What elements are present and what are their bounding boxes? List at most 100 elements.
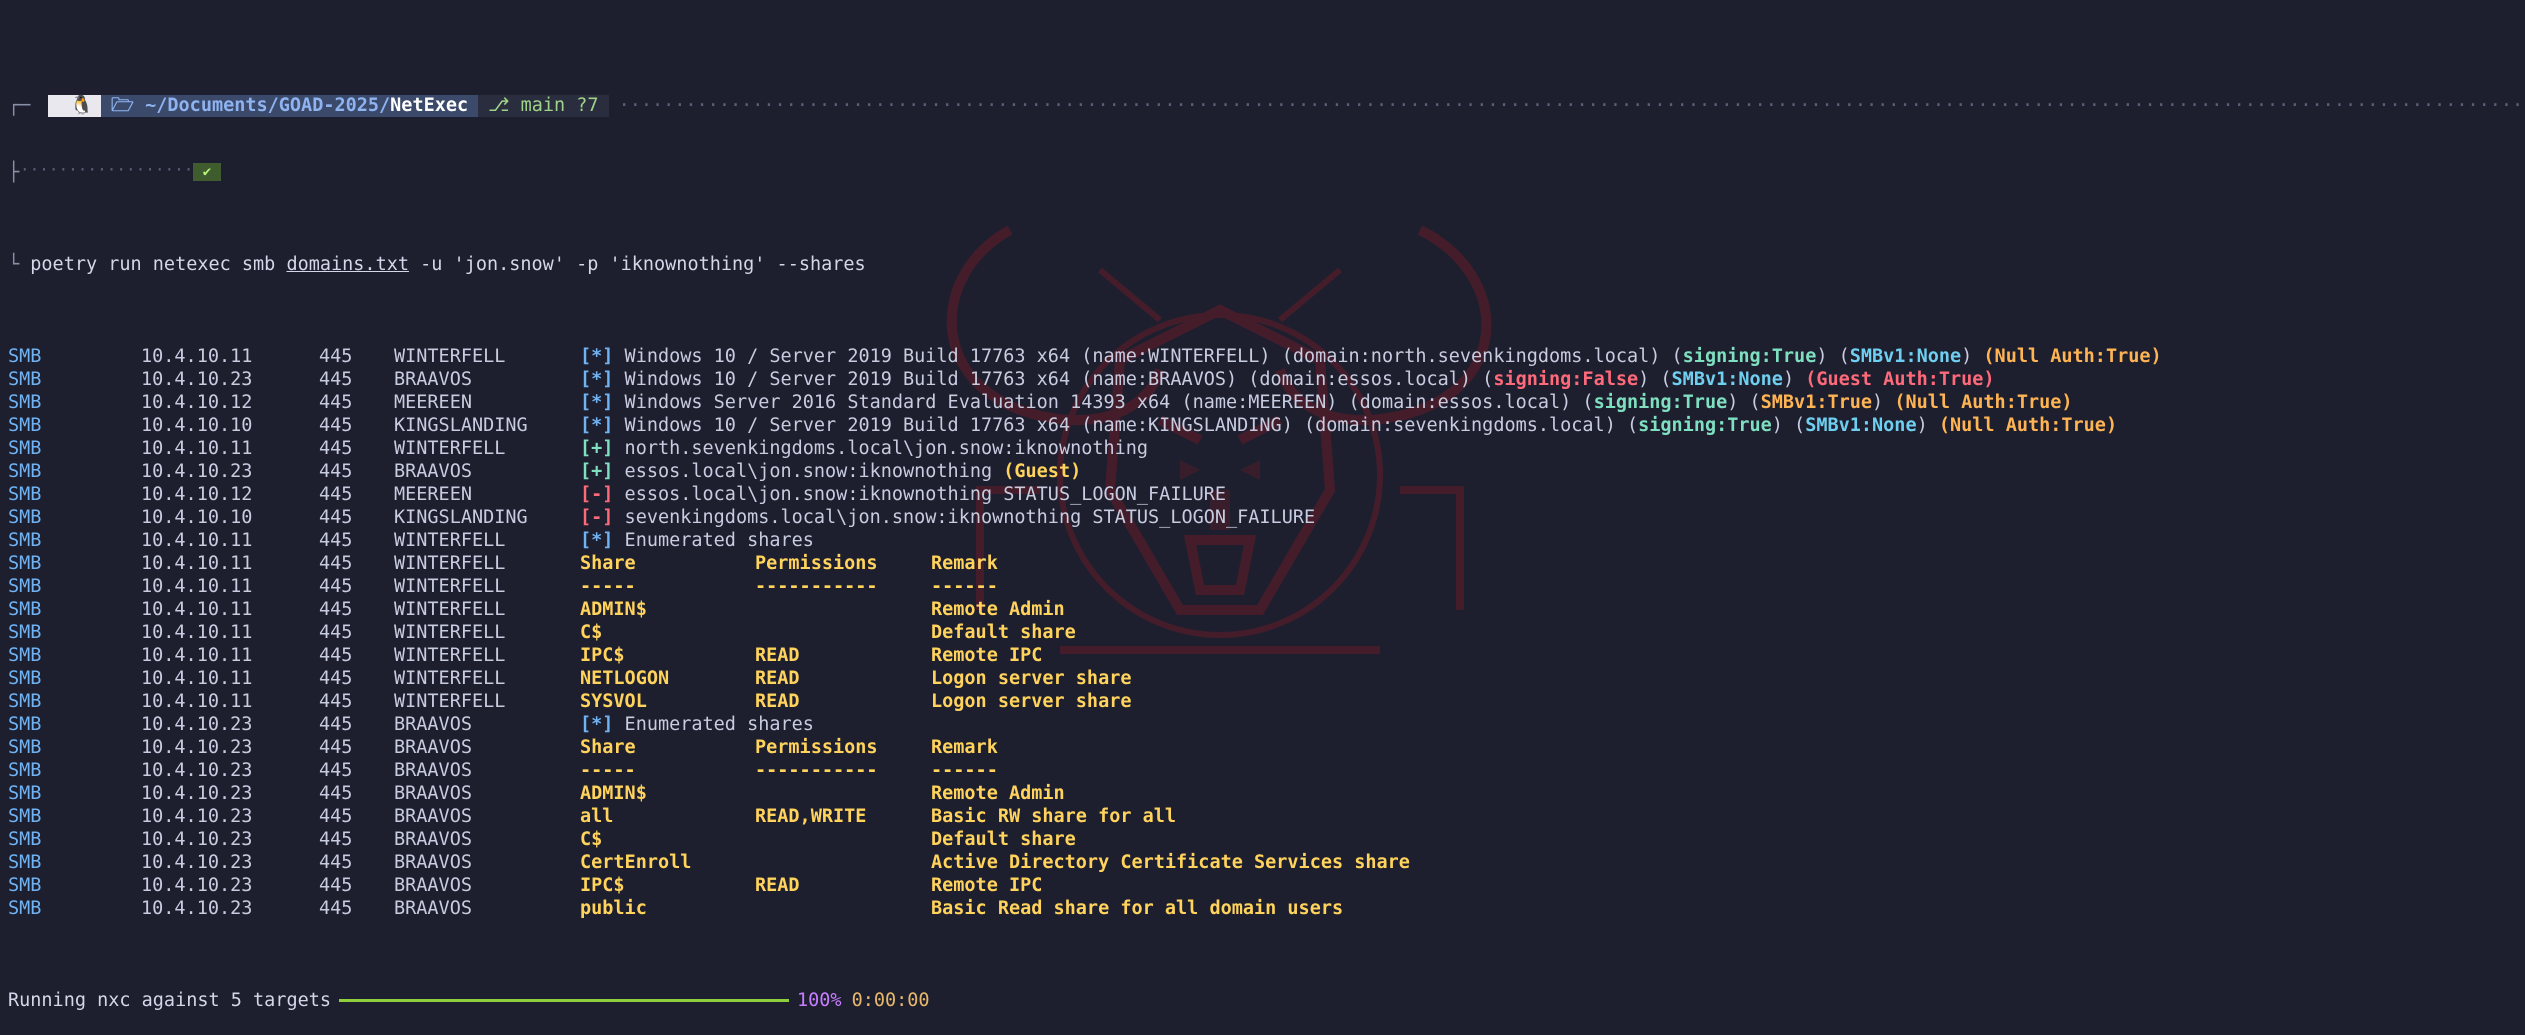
output-row: SMB 10.4.10.23 445 BRAAVOS [+] essos.local\j… — [8, 460, 2525, 483]
shell-prompt: ┌─ 🐧 🗁 ~/Documents/GOAD-2025/NetExec ⎇ m… — [8, 92, 2525, 119]
message-text: north.sevenkingdoms.local\jon.snow:iknow… — [613, 438, 1149, 459]
port-cell: 445 — [319, 737, 353, 758]
share-name-cell: Share — [580, 553, 636, 574]
targets-file: domains.txt — [286, 254, 409, 275]
share-permissions-cell: ----------- — [755, 576, 878, 597]
prompt-filler: ········································… — [618, 95, 2525, 116]
message-highlight: SMBv1:None — [1671, 369, 1783, 390]
protocol-cell: SMB — [8, 668, 42, 689]
prompt-status-row: ├ ·················· ✔ — [8, 160, 2525, 184]
message-highlight: [-] — [580, 484, 614, 505]
hostname-cell: BRAAVOS — [394, 898, 472, 919]
output-row: SMB 10.4.10.11 445 WINTERFELL Share Permissio… — [8, 552, 2525, 575]
share-name-cell: all — [580, 806, 614, 827]
ip-cell: 10.4.10.11 — [141, 346, 253, 367]
message-highlight: (Null Auth:True) — [1938, 415, 2118, 436]
share-name-cell: NETLOGON — [580, 668, 670, 689]
ip-cell: 10.4.10.23 — [141, 806, 253, 827]
message-text: ) ( — [1816, 346, 1850, 367]
protocol-cell: SMB — [8, 852, 42, 873]
hostname-cell: BRAAVOS — [394, 714, 472, 735]
share-remark-cell: Default share — [931, 829, 1076, 850]
message-text: Windows 10 / Server 2019 Build 17763 x64… — [613, 415, 1639, 436]
message-highlight: [*] — [580, 530, 614, 551]
message-cell: [*] Windows 10 / Server 2019 Build 17763… — [580, 346, 2162, 367]
hostname-cell: WINTERFELL — [394, 645, 506, 666]
protocol-cell: SMB — [8, 369, 42, 390]
share-permissions-cell: READ — [755, 645, 800, 666]
hostname-cell: BRAAVOS — [394, 737, 472, 758]
ip-cell: 10.4.10.23 — [141, 875, 253, 896]
message-highlight: SMBv1:None — [1849, 346, 1962, 367]
ip-cell: 10.4.10.11 — [141, 530, 253, 551]
protocol-cell: SMB — [8, 346, 42, 367]
share-permissions-cell: READ — [755, 875, 800, 896]
port-cell: 445 — [319, 392, 353, 413]
ip-cell: 10.4.10.10 — [141, 507, 253, 528]
message-highlight: (Null Auth:True) — [1983, 346, 2162, 367]
protocol-cell: SMB — [8, 783, 42, 804]
message-text: ) ( — [1771, 415, 1806, 436]
ip-cell: 10.4.10.11 — [141, 691, 253, 712]
message-text: Enumerated shares — [613, 714, 814, 735]
port-cell: 445 — [319, 438, 353, 459]
share-permissions-cell: READ — [755, 668, 800, 689]
git-branch: main ?7 — [520, 95, 599, 116]
protocol-cell: SMB — [8, 415, 42, 436]
hostname-cell: MEEREEN — [394, 392, 472, 413]
message-highlight: signing:False — [1493, 369, 1639, 390]
port-cell: 445 — [319, 806, 353, 827]
share-permissions-cell: READ — [755, 691, 800, 712]
ip-cell: 10.4.10.23 — [141, 369, 253, 390]
port-cell: 445 — [319, 783, 353, 804]
port-cell: 445 — [319, 346, 353, 367]
share-name-cell: Share — [580, 737, 636, 758]
penguin-icon: 🐧 — [70, 95, 94, 116]
share-permissions-cell: ----------- — [755, 760, 878, 781]
port-cell: 445 — [319, 599, 353, 620]
message-cell: [-] sevenkingdoms.local\jon.snow:iknowno… — [580, 507, 1315, 528]
protocol-cell: SMB — [8, 829, 42, 850]
message-highlight: [*] — [580, 415, 614, 436]
ip-cell: 10.4.10.23 — [141, 852, 253, 873]
message-highlight: (Null Auth:True) — [1894, 392, 2073, 413]
protocol-cell: SMB — [8, 645, 42, 666]
progress-label: Running nxc against 5 targets — [8, 990, 332, 1011]
message-cell: [-] essos.local\jon.snow:iknownothing ST… — [580, 484, 1226, 505]
message-text: essos.local\jon.snow:iknownothing STATUS… — [613, 484, 1227, 505]
share-remark-cell: Logon server share — [931, 691, 1132, 712]
message-cell: [*] Windows 10 / Server 2019 Build 17763… — [580, 415, 2117, 436]
hostname-cell: WINTERFELL — [394, 530, 506, 551]
port-cell: 445 — [319, 760, 353, 781]
port-cell: 445 — [319, 369, 353, 390]
port-cell: 445 — [319, 714, 353, 735]
output-row: SMB 10.4.10.11 445 WINTERFELL [*] Enumerated… — [8, 529, 2525, 552]
output-row: SMB 10.4.10.11 445 WINTERFELL SYSVOL READ Logo… — [8, 690, 2525, 713]
share-name-cell: IPC$ — [580, 645, 625, 666]
git-branch-icon: ⎇ — [488, 95, 521, 116]
output-row: SMB 10.4.10.23 445 BRAAVOS CertEnroll Active … — [8, 851, 2525, 874]
share-name-cell: ADMIN$ — [580, 599, 647, 620]
message-highlight: (Guest Auth:True) — [1805, 369, 1995, 390]
hostname-cell: KINGSLANDING — [394, 507, 528, 528]
ip-cell: 10.4.10.11 — [141, 576, 253, 597]
output-row: SMB 10.4.10.23 445 BRAAVOS [*] Enumerated sh… — [8, 713, 2525, 736]
output-row: SMB 10.4.10.23 445 BRAAVOS IPC$ READ Remote IP… — [8, 874, 2525, 897]
share-remark-cell: ------ — [931, 576, 998, 597]
protocol-cell: SMB — [8, 484, 42, 505]
progress-bar — [339, 999, 790, 1002]
port-cell: 445 — [319, 875, 353, 896]
hostname-cell: MEEREEN — [394, 484, 472, 505]
message-text: ) ( — [1727, 392, 1761, 413]
hostname-cell: WINTERFELL — [394, 346, 506, 367]
message-highlight: [+] — [580, 461, 614, 482]
output-row: SMB 10.4.10.23 445 BRAAVOS C$ Default share — [8, 828, 2525, 851]
port-cell: 445 — [319, 898, 353, 919]
hostname-cell: BRAAVOS — [394, 829, 472, 850]
os-segment: 🐧 — [48, 94, 102, 117]
protocol-cell: SMB — [8, 507, 42, 528]
hostname-cell: BRAAVOS — [394, 875, 472, 896]
success-check-icon: ✔ — [193, 163, 221, 181]
hostname-cell: WINTERFELL — [394, 668, 506, 689]
command-base: poetry run netexec smb — [30, 254, 287, 275]
